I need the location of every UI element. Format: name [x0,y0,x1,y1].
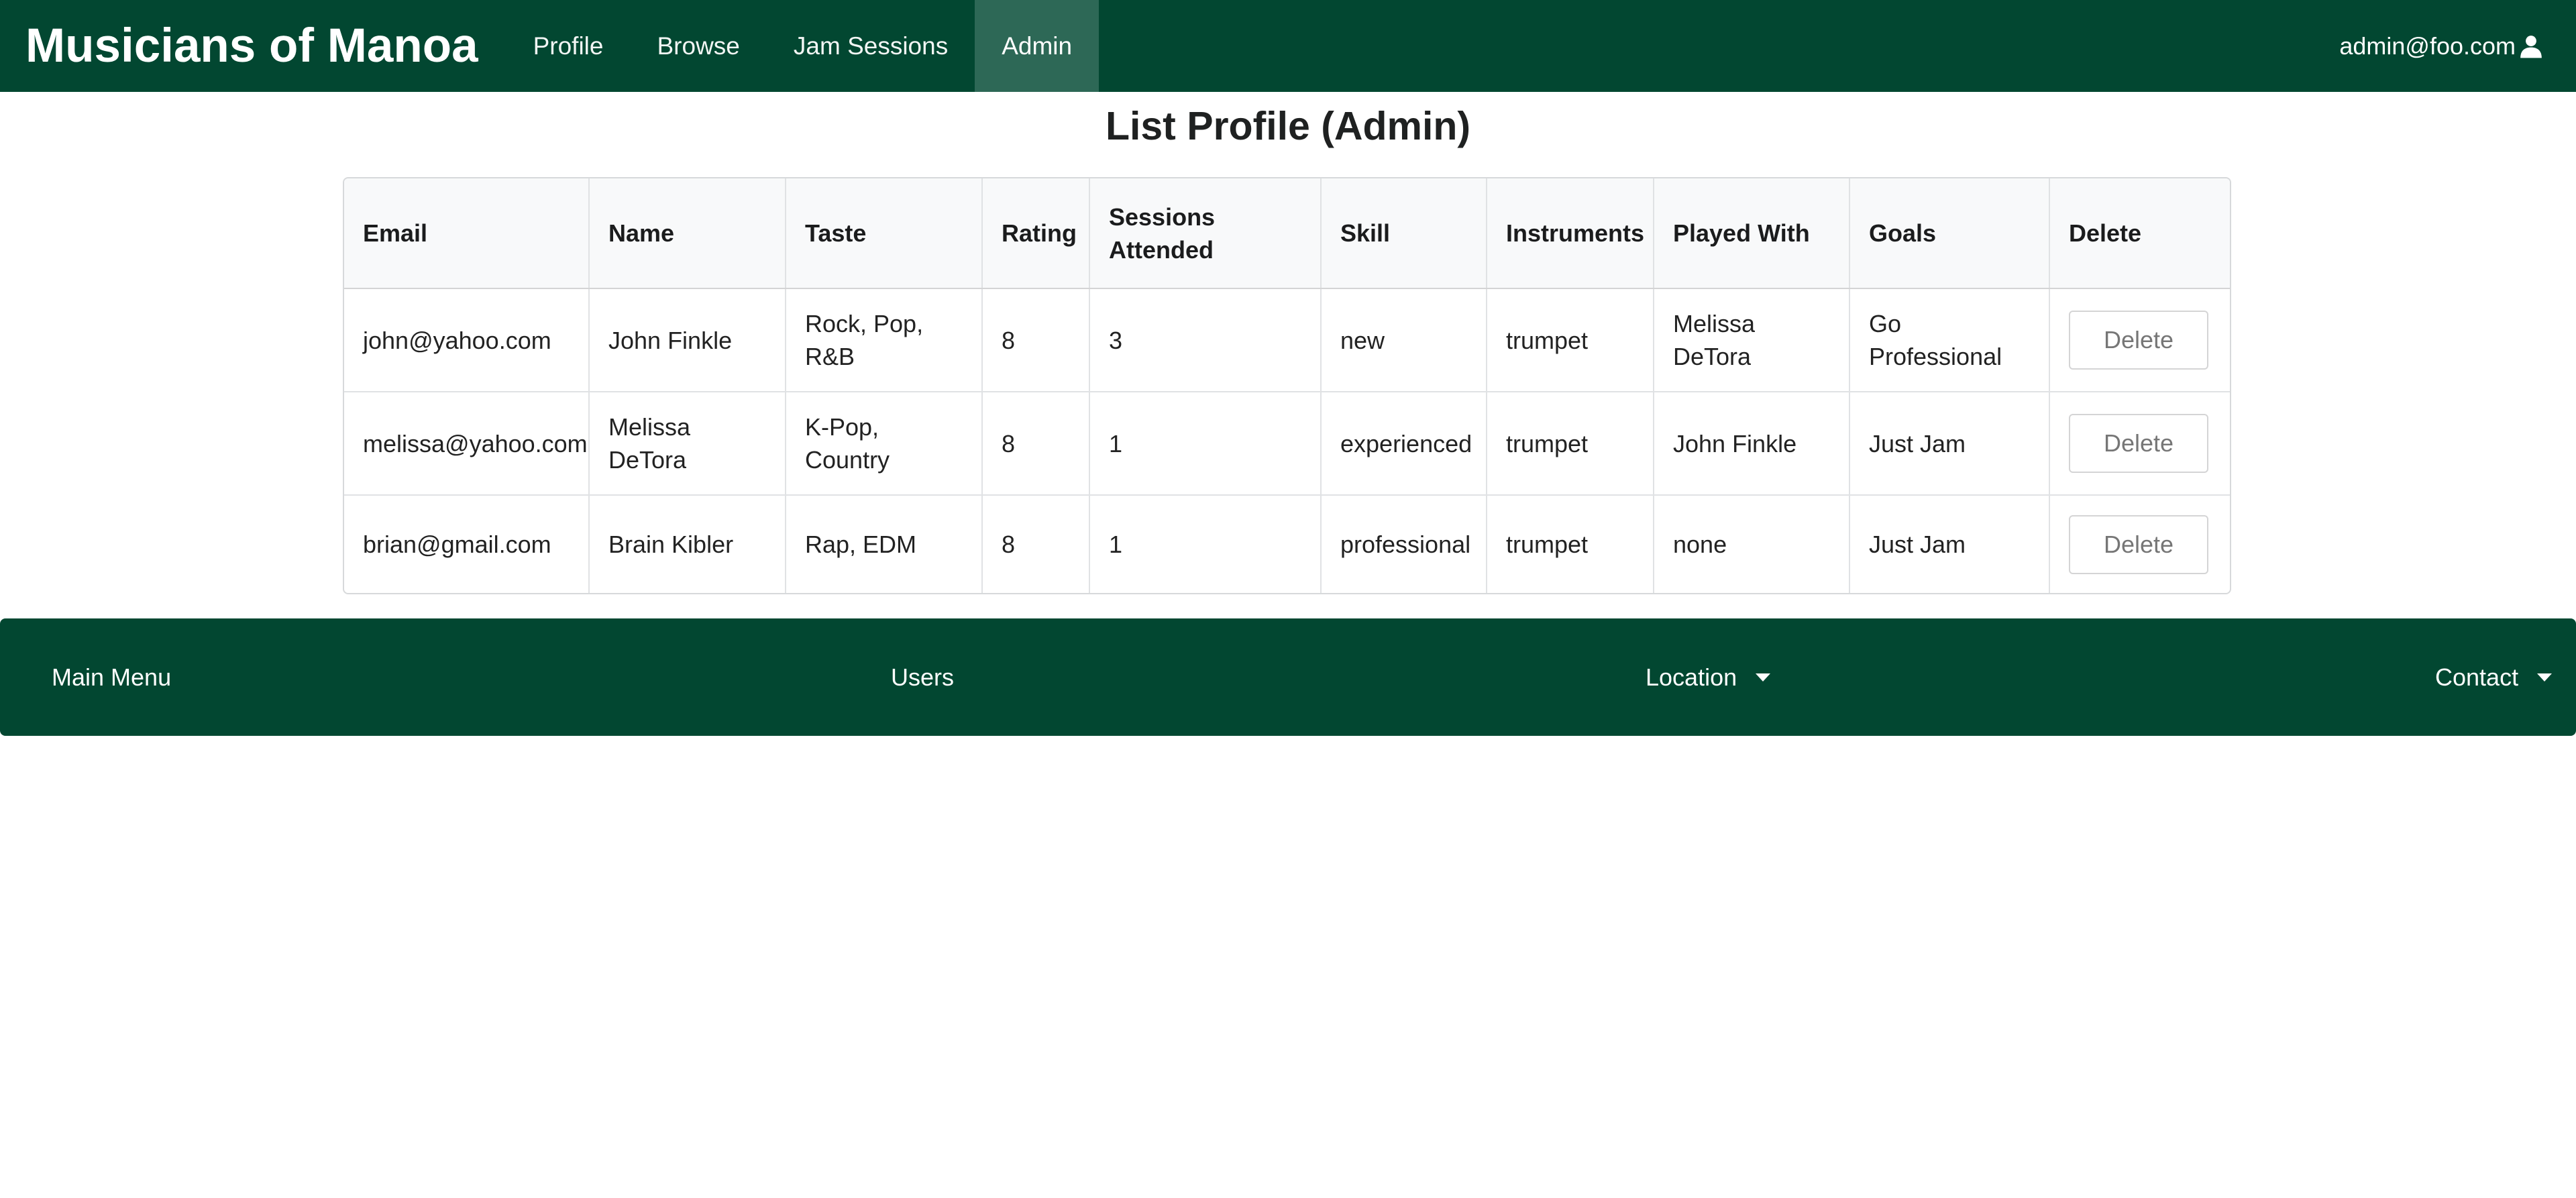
top-navbar: Musicians of Manoa Profile Browse Jam Se… [0,0,2576,92]
cell-instruments: trumpet [1487,392,1654,496]
cell-email: melissa@yahoo.com [344,392,590,496]
footer-contact-label: Contact [2435,663,2519,691]
nav-item-browse[interactable]: Browse [631,0,767,92]
cell-goals: Just Jam [1849,392,2050,496]
footer-users-label: Users [891,663,955,691]
nav-item-jam-sessions[interactable]: Jam Sessions [767,0,975,92]
col-header-goals: Goals [1849,178,2050,289]
user-icon [2520,35,2542,58]
cell-sessions: 1 [1089,495,1322,593]
cell-delete: Delete [2049,392,2230,496]
col-header-instruments: Instruments [1487,178,1654,289]
cell-taste: Rap, EDM [786,495,983,593]
col-header-delete: Delete [2049,178,2230,289]
col-header-played-with: Played With [1654,178,1850,289]
cell-email: john@yahoo.com [344,288,590,392]
cell-sessions: 3 [1089,288,1322,392]
header-row: Email Name Taste Rating Sessions Attende… [344,178,2230,289]
user-email: admin@foo.com [2339,32,2516,60]
cell-rating: 8 [982,288,1090,392]
cell-email: brian@gmail.com [344,495,590,593]
cell-instruments: trumpet [1487,288,1654,392]
cell-name: Brain Kibler [589,495,786,593]
delete-button[interactable]: Delete [2069,414,2208,473]
page-title: List Profile (Admin) [1105,104,1471,148]
table-row: brian@gmail.com Brain Kibler Rap, EDM 8 … [344,495,2230,593]
cell-delete: Delete [2049,495,2230,593]
cell-skill: new [1321,288,1487,392]
nav-item-admin[interactable]: Admin [975,0,1099,92]
cell-played-with: none [1654,495,1850,593]
table-row: melissa@yahoo.com Melissa DeTora K-Pop, … [344,392,2230,496]
profiles-table: Email Name Taste Rating Sessions Attende… [344,178,2230,593]
cell-taste: Rock, Pop, R&B [786,288,983,392]
footer-menu: Main Menu Users Location Contact [0,618,2576,736]
cell-played-with: Melissa DeTora [1654,288,1850,392]
table-header: Email Name Taste Rating Sessions Attende… [344,178,2230,289]
footer-contact-dropdown[interactable]: Contact [2435,618,2553,736]
cell-sessions: 1 [1089,392,1322,496]
profiles-table-container: Email Name Taste Rating Sessions Attende… [343,177,2231,594]
footer-users[interactable]: Users [891,618,954,736]
col-header-email: Email [344,178,590,289]
cell-name: Melissa DeTora [589,392,786,496]
cell-instruments: trumpet [1487,495,1654,593]
col-header-skill: Skill [1321,178,1487,289]
footer-location-label: Location [1646,663,1737,691]
nav-menu: Profile Browse Jam Sessions Admin [506,0,1099,92]
footer-main-menu-label: Main Menu [52,663,172,691]
delete-button[interactable]: Delete [2069,311,2208,370]
cell-skill: professional [1321,495,1487,593]
cell-rating: 8 [982,495,1090,593]
brand-logo[interactable]: Musicians of Manoa [25,22,478,70]
cell-name: John Finkle [589,288,786,392]
col-header-taste: Taste [786,178,983,289]
cell-goals: Go Professional [1849,288,2050,392]
table-row: john@yahoo.com John Finkle Rock, Pop, R&… [344,288,2230,392]
cell-rating: 8 [982,392,1090,496]
cell-played-with: John Finkle [1654,392,1850,496]
nav-item-profile[interactable]: Profile [506,0,631,92]
delete-button[interactable]: Delete [2069,514,2208,574]
cell-taste: K-Pop, Country [786,392,983,496]
footer-location-dropdown[interactable]: Location [1646,618,1771,736]
col-header-rating: Rating [982,178,1090,289]
cell-delete: Delete [2049,288,2230,392]
user-menu[interactable]: admin@foo.com [2339,0,2544,92]
dropdown-caret-icon [2537,673,2553,682]
table-body: john@yahoo.com John Finkle Rock, Pop, R&… [344,288,2230,593]
col-header-name: Name [589,178,786,289]
dropdown-caret-icon [1756,673,1771,682]
footer-main-menu[interactable]: Main Menu [52,618,171,736]
cell-skill: experienced [1321,392,1487,496]
cell-goals: Just Jam [1849,495,2050,593]
col-header-sessions-attended: Sessions Attended [1089,178,1322,289]
